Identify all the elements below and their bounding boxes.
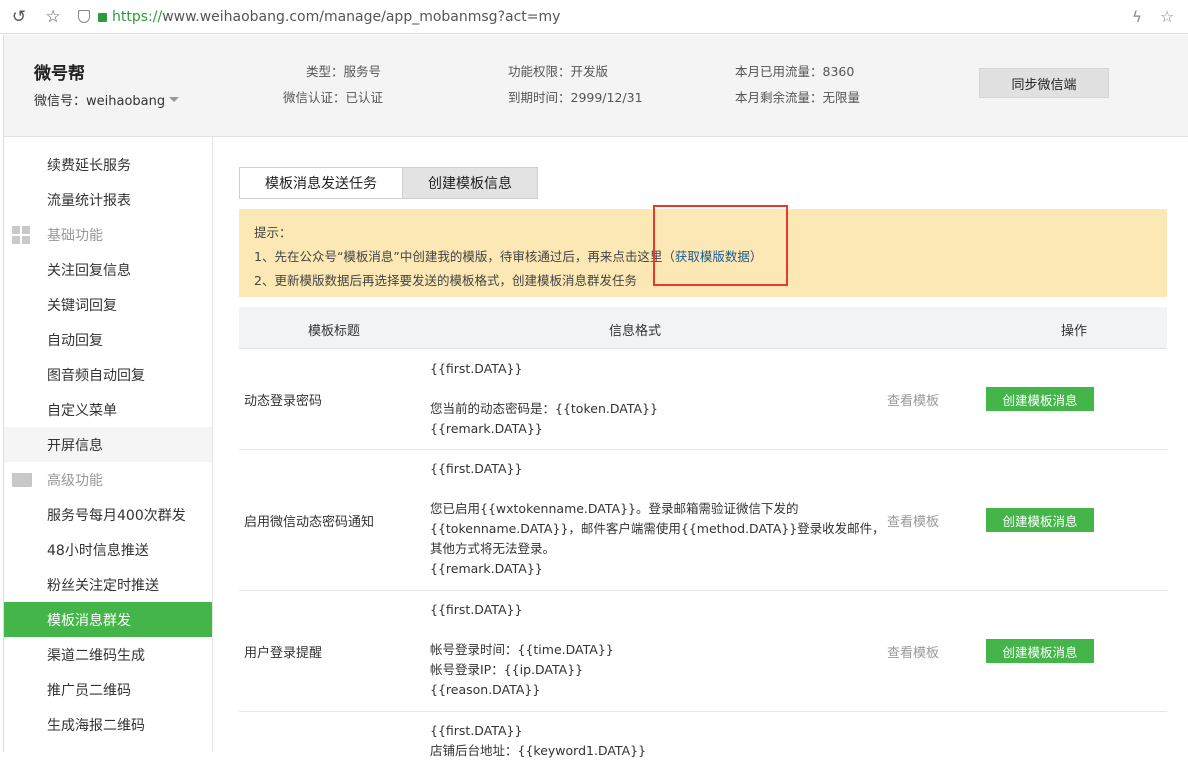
sidebar-item-monthly-broadcast[interactable]: 服务号每月400次群发 [4,497,212,532]
sidebar-group-basic: 基础功能 [4,217,212,252]
inbox-icon [12,472,32,487]
sidebar-group-advanced: 高级功能 [4,462,212,497]
expire-date: 到期时间：2999/12/31 [508,90,643,105]
sidebar-item-poster-qrcode[interactable]: 生成海报二维码 [4,707,212,742]
sidebar-item-channel-qrcode[interactable]: 渠道二维码生成 [4,637,212,672]
view-template-link[interactable]: 查看模板 [887,511,939,530]
view-template-link[interactable]: 查看模板 [887,390,939,409]
sidebar-item-auto-reply[interactable]: 自动回复 [4,322,212,357]
sidebar-item-custom-menu[interactable]: 自定义菜单 [4,392,212,427]
favorite-star-icon[interactable]: ☆ [1156,6,1178,28]
table-row: {{first.DATA}} 店铺后台地址：{{keyword1.DATA}} [239,712,1167,758]
table-row: 动态登录密码 {{first.DATA}} 您当前的动态密码是：{{token.… [239,349,1167,450]
address-bar[interactable]: https://www.weihaobang.com/manage/app_mo… [78,9,560,25]
sidebar-item-promoter-qrcode[interactable]: 推广员二维码 [4,672,212,707]
url-scheme: https:// [112,8,163,25]
table-header: 模板标题 信息格式 操作 [239,307,1167,349]
tab-create-template[interactable]: 创建模板信息 [403,167,538,199]
verify-status: 微信认证：已认证 [283,90,384,105]
back-arrow-icon[interactable]: ↺ [8,6,30,28]
tip-label: 提示： [254,225,292,240]
view-template-link[interactable]: 查看模板 [887,642,939,661]
sidebar-item-splash[interactable]: 开屏信息 [4,427,212,462]
permission-level: 功能权限：开发版 [508,64,609,79]
account-header: 微号帮 微信号：weihaobang 类型：服务号 微信认证：已认证 功能权限：… [3,35,1188,137]
create-template-message-button[interactable]: 创建模板消息 [986,508,1094,532]
sidebar-item-template-broadcast[interactable]: 模板消息群发 [4,602,212,637]
table-row: 启用微信动态密码通知 {{first.DATA}} 您已启用{{wxtokenn… [239,450,1167,591]
browser-toolbar: ↺ ☆ https://www.weihaobang.com/manage/ap… [0,0,1188,34]
highlight-box [653,205,788,286]
template-format: {{first.DATA}} 店铺后台地址：{{keyword1.DATA}} [430,723,647,758]
lightning-icon[interactable]: ϟ [1126,6,1148,28]
table-row: 用户登录提醒 {{first.DATA}} 帐号登录时间：{{time.DATA… [239,591,1167,712]
tab-bar: 模板消息发送任务 创建模板信息 [239,167,538,199]
tip-line-2: 2、更新模版数据后再选择要发送的模板格式，创建模板消息群发任务 [254,273,637,288]
template-format: {{first.DATA}} 您当前的动态密码是：{{token.DATA}} … [430,361,658,436]
url-path: www.weihaobang.com/manage/app_mobanmsg?a… [162,8,561,25]
account-type: 类型：服务号 [306,64,382,79]
create-template-message-button[interactable]: 创建模板消息 [986,639,1094,663]
used-traffic: 本月已用流量：8360 [735,64,855,79]
sidebar-item-renew[interactable]: 续费延长服务 [4,147,212,182]
sidebar-item-media-reply[interactable]: 图音频自动回复 [4,357,212,392]
template-title: 启用微信动态密码通知 [244,515,375,530]
template-format: {{first.DATA}} 帐号登录时间：{{time.DATA}} 帐号登录… [430,602,614,697]
template-title: 动态登录密码 [244,394,323,409]
brand-name: 微号帮 [34,64,85,84]
chevron-down-icon [169,97,180,102]
shield-icon [78,10,90,23]
account-selector[interactable]: 微信号：weihaobang [34,90,180,109]
create-template-message-button[interactable]: 创建模板消息 [986,387,1094,411]
sidebar-item-traffic-report[interactable]: 流量统计报表 [4,182,212,217]
column-format: 信息格式 [609,324,662,339]
sync-wechat-button[interactable]: 同步微信端 [979,68,1109,98]
sidebar: 续费延长服务 流量统计报表 基础功能 关注回复信息 关键词回复 自动回复 图音频… [3,137,213,752]
sidebar-item-keyword-reply[interactable]: 关键词回复 [4,287,212,322]
column-actions: 操作 [1061,324,1088,339]
sidebar-item-scheduled-push[interactable]: 粉丝关注定时推送 [4,567,212,602]
grid-icon [12,225,30,244]
account-id: 微信号：weihaobang [34,94,166,109]
sidebar-item-48h-push[interactable]: 48小时信息推送 [4,532,212,567]
tip-box: 提示： 1、先在公众号“模板消息”中创建我的模版，待审核通过后，再来点击这里（获… [239,205,1167,297]
lock-icon [98,13,107,22]
template-title: 用户登录提醒 [244,646,323,661]
column-title: 模板标题 [308,324,361,339]
sidebar-group-label: 基础功能 [47,227,103,244]
sidebar-group-label: 高级功能 [47,472,103,489]
template-format: {{first.DATA}} 您已启用{{wxtokenname.DATA}}。… [430,461,885,576]
tab-send-tasks[interactable]: 模板消息发送任务 [239,167,403,199]
sidebar-item-follow-reply[interactable]: 关注回复信息 [4,252,212,287]
star-icon[interactable]: ☆ [42,6,64,28]
remaining-traffic: 本月剩余流量：无限量 [735,90,861,105]
tip-line-1-text: 1、先在公众号“模板消息”中创建我的模版，待审核通过后，再来点击这里（ [254,249,675,264]
